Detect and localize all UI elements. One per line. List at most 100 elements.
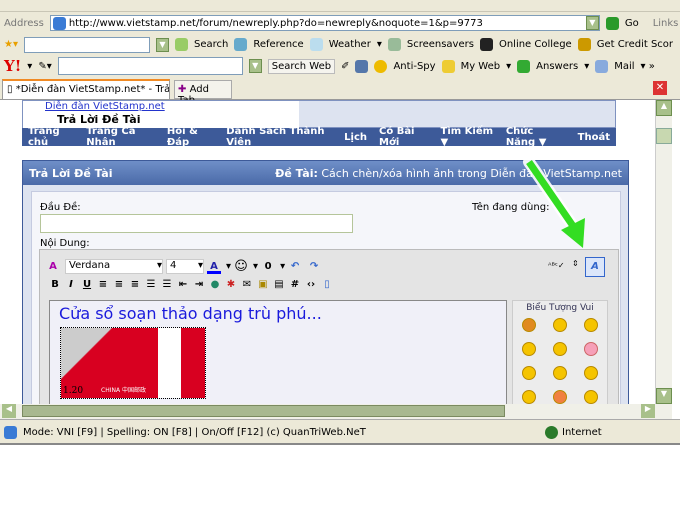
nav-home[interactable]: Trang chủ (28, 126, 74, 148)
insert-link-icon[interactable]: ● (208, 278, 222, 292)
nav-members[interactable]: Danh Sách Thành Viên (226, 126, 332, 148)
toolbar-reference[interactable]: Reference (253, 39, 303, 50)
italic-icon[interactable]: I (64, 278, 78, 292)
size-select[interactable]: 4 ▾ (166, 259, 204, 274)
go-arrow-icon[interactable] (605, 16, 619, 30)
smiley-icon[interactable] (521, 318, 536, 332)
address-bar: Address http://www.vietstamp.net/forum/n… (0, 12, 680, 34)
stamp-image[interactable]: 1.20 CHINA 中国邮政 (60, 327, 206, 399)
toolbar-weather[interactable]: Weather (329, 39, 371, 50)
smiley-icon[interactable] (552, 342, 567, 356)
smiley-icon[interactable] (521, 366, 536, 380)
smiley-icon[interactable] (584, 342, 599, 356)
align-right-icon[interactable]: ≡ (128, 278, 142, 292)
smiley-icon[interactable] (552, 366, 567, 380)
smiley-icon[interactable] (584, 318, 599, 332)
toolbar-search-input[interactable] (23, 36, 150, 53)
nav-new-posts[interactable]: Có Bài Mới (379, 126, 429, 148)
answers-button[interactable]: Answers (536, 61, 578, 72)
toolbar-online-college[interactable]: Online College (499, 39, 572, 50)
yahoo-search-input[interactable] (57, 57, 243, 75)
search-web-button[interactable]: Search Web (267, 58, 336, 74)
nav-logout[interactable]: Thoát (578, 132, 610, 143)
smiley-icon[interactable] (552, 390, 567, 404)
search-toolbar: ★▾ ▼ Search Reference Weather ▾ Screensav… (0, 34, 680, 55)
bold-icon[interactable]: B (48, 278, 62, 292)
nav-search[interactable]: Tìm Kiếm ▼ (441, 126, 494, 148)
php-icon[interactable]: ▯ (320, 278, 334, 292)
align-center-icon[interactable]: ≡ (112, 278, 126, 292)
add-tab-button[interactable]: ✚ Add Tab (174, 80, 232, 106)
smiley-icon[interactable] (584, 390, 599, 404)
redo-icon[interactable]: ↷ (307, 260, 321, 274)
toolbar-screensavers[interactable]: Screensavers (407, 39, 474, 50)
text-color-icon[interactable]: A (207, 260, 221, 274)
unordered-list-icon[interactable]: ☰ (160, 278, 174, 292)
nav-profile[interactable]: Trang Cá Nhân (86, 126, 155, 148)
anti-spy-button[interactable]: Anti-Spy (393, 61, 435, 72)
switch-editor-mode-button[interactable]: A (585, 257, 605, 277)
address-dropdown[interactable]: ▼ (585, 16, 599, 30)
star-icon[interactable]: ★▾ (4, 39, 18, 50)
code-hash-icon[interactable]: # (288, 278, 302, 292)
nav-functions[interactable]: Chức Năng ▼ (506, 126, 566, 148)
vertical-scrollbar[interactable]: ▲ ▼ (655, 100, 672, 404)
unlink-icon[interactable]: ✱ (224, 278, 238, 292)
font-select[interactable]: Verdana ▾ (65, 259, 163, 274)
smiley-icon[interactable] (521, 390, 536, 404)
attachment-icon[interactable]: 0 (261, 260, 275, 274)
search-icon (174, 38, 188, 51)
smilies-title: Biểu Tượng Vui (526, 303, 594, 313)
h-scroll-thumb[interactable] (22, 405, 505, 417)
go-button[interactable]: Go (625, 18, 639, 29)
horizontal-scrollbar[interactable]: ◀ ▶ (0, 404, 672, 419)
scroll-up-button[interactable]: ▲ (656, 100, 672, 116)
spellcheck-icon[interactable]: ᴬᴮᶜ✓ (548, 261, 565, 270)
align-left-icon[interactable]: ≡ (96, 278, 110, 292)
smiley-icon[interactable] (552, 318, 567, 332)
quote-icon[interactable]: ▤ (272, 278, 286, 292)
close-tab-icon[interactable]: ✕ (653, 81, 667, 95)
search-dropdown[interactable]: ▼ (155, 37, 169, 52)
smiley-icon[interactable] (584, 366, 599, 380)
editor-text-area[interactable]: Cửa sổ soạn thảo dạng trù phú... 1.20 CHI… (49, 300, 507, 404)
remove-format-icon[interactable]: A (46, 260, 60, 274)
editor-toolbar-row1: A Verdana ▾ 4 ▾ A ▾ ☺ ▾ 0 ▾ ↶ ↷ (46, 259, 323, 274)
insert-image-icon[interactable]: ▣ (256, 278, 270, 292)
highlight-icon[interactable]: ✐ (341, 61, 349, 72)
nav-calendar[interactable]: Lịch (344, 132, 367, 143)
toolbar-get-credit[interactable]: Get Credit Scor (597, 39, 673, 50)
html-code-icon[interactable]: ‹› (304, 278, 318, 292)
smiley-icon[interactable]: ☺ (234, 259, 248, 274)
email-icon[interactable]: ✉ (240, 278, 254, 292)
breadcrumb-parent-link[interactable]: Diễn đàn VietStamp.net (45, 101, 165, 113)
window-icon[interactable] (355, 59, 369, 73)
nav-faq[interactable]: Hỏi & Đáp (167, 126, 214, 148)
scroll-thumb[interactable] (656, 128, 672, 144)
scroll-right-button[interactable]: ▶ (641, 404, 655, 418)
outdent-icon[interactable]: ⇤ (176, 278, 190, 292)
standard-toolbar (0, 0, 680, 12)
ie-page-icon (4, 426, 17, 439)
underline-icon[interactable]: U (80, 278, 94, 292)
my-web-button[interactable]: My Web (461, 61, 501, 72)
ordered-list-icon[interactable]: ☰ (144, 278, 158, 292)
mail-button[interactable]: Mail (614, 61, 634, 72)
zone-text: Internet (562, 427, 602, 438)
yahoo-logo[interactable]: Y! (4, 57, 21, 75)
pencil-icon[interactable]: ✎▾ (38, 61, 51, 72)
smiley-icon[interactable] (521, 342, 536, 356)
undo-icon[interactable]: ↶ (288, 260, 302, 274)
subject-input[interactable] (40, 214, 353, 233)
links-label[interactable]: Links (653, 18, 679, 29)
resize-icon[interactable]: ⇕ (572, 259, 579, 268)
toolbar-search[interactable]: Search (194, 39, 228, 50)
scroll-down-button[interactable]: ▼ (656, 388, 672, 404)
scroll-left-button[interactable]: ◀ (2, 404, 16, 418)
indent-icon[interactable]: ⇥ (192, 278, 206, 292)
answers-icon (517, 59, 531, 73)
address-input[interactable]: http://www.vietstamp.net/forum/newreply.… (49, 15, 600, 31)
yahoo-search-dropdown[interactable]: ▼ (248, 59, 262, 73)
stamp-country: CHINA 中国邮政 (101, 387, 146, 394)
tab-active[interactable]: ▯ *Diễn đàn VietStamp.net* - Trả ... (2, 79, 170, 100)
